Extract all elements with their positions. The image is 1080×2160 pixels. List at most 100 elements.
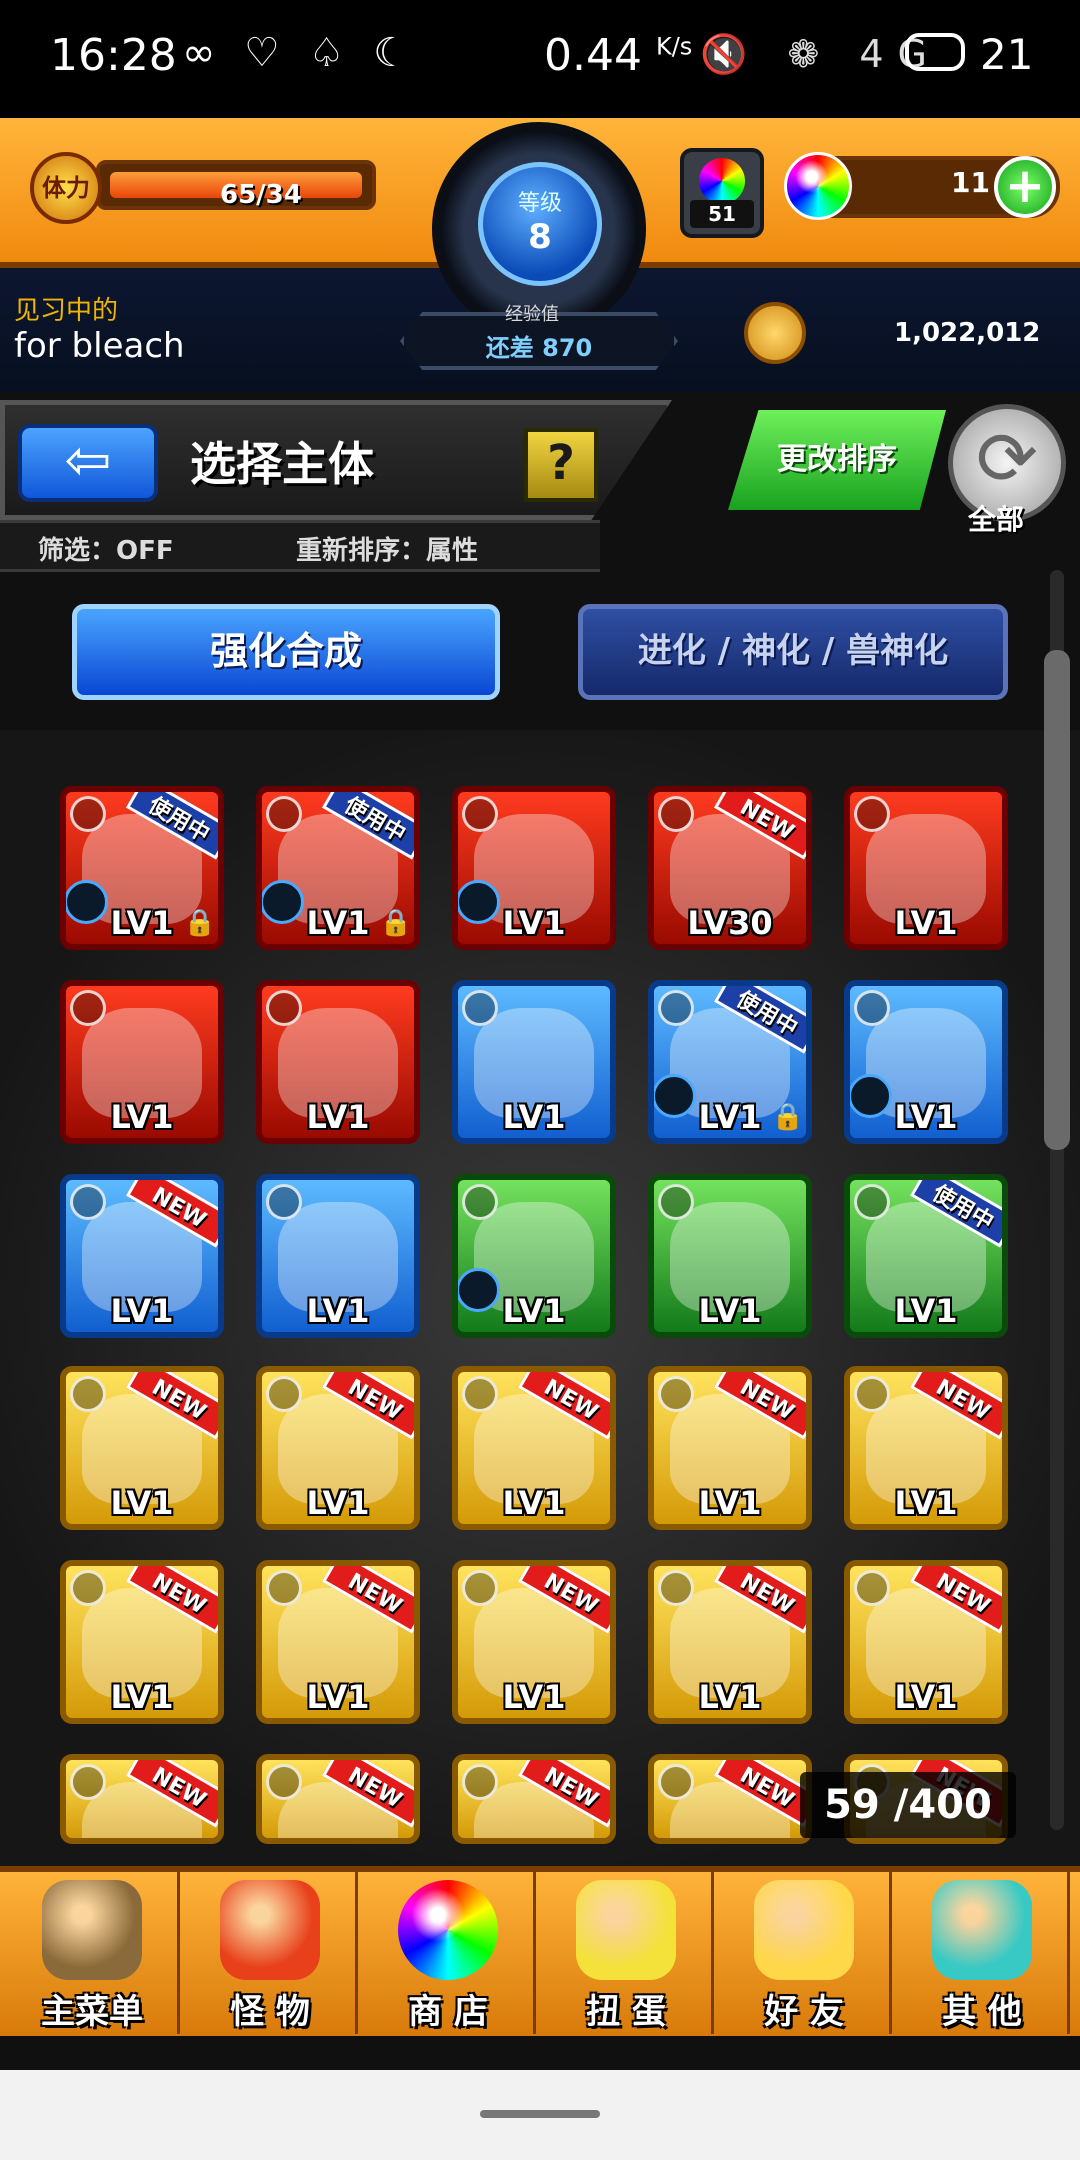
status-time: 16:28 (50, 30, 177, 81)
monster-card[interactable]: LV1 NEW (844, 1560, 1008, 1724)
monster-card[interactable]: LV1 使用中 🔒 (648, 980, 812, 1144)
level-orb[interactable]: 等级 8 (478, 162, 602, 286)
battery-icon (905, 33, 965, 71)
light-element-icon (462, 1764, 498, 1800)
change-sort-button[interactable]: 更改排序 (728, 410, 946, 510)
water-element-icon (266, 1184, 302, 1220)
fire-element-icon (266, 796, 302, 832)
monster-card[interactable]: LV1 NEW (452, 1366, 616, 1530)
monster-card[interactable]: LV1 NEW (452, 1560, 616, 1724)
monster-level: LV1 (698, 1484, 762, 1522)
castle-gate-icon (42, 1880, 142, 1980)
monster-card[interactable]: LV30 NEW (648, 786, 812, 950)
monster-card[interactable]: LV1 (452, 980, 616, 1144)
monster-card[interactable]: LV1 NEW (256, 1366, 420, 1530)
monster-card[interactable]: LV1 (256, 980, 420, 1144)
monster-card[interactable]: LV1 NEW (844, 1366, 1008, 1530)
page-title: 选择主体 (190, 437, 374, 491)
monster-card[interactable]: LV1 (844, 786, 1008, 950)
network-speed-unit: K/s (655, 32, 693, 61)
stone-count: 51 (690, 200, 754, 228)
monster-card[interactable]: NEW (256, 1754, 420, 1844)
box-count: 59 /400 (800, 1772, 1016, 1838)
player-name: for bleach (14, 326, 185, 366)
monster-card[interactable]: LV1 (256, 1174, 420, 1338)
monster-card[interactable]: LV1 NEW (648, 1366, 812, 1530)
monster-card[interactable]: LV1 NEW (256, 1560, 420, 1724)
monster-card[interactable]: LV1 使用中 🔒 (60, 786, 224, 950)
monster-card[interactable]: LV1 (452, 1174, 616, 1338)
monster-card[interactable]: LV1 NEW (60, 1366, 224, 1530)
notification-icons: ∞ ♡ ♤ ☾ (182, 30, 418, 76)
stamina-value: 65/34 (220, 180, 302, 210)
tab-enhance[interactable]: 强化合成 (72, 604, 500, 700)
question-diamond-icon (932, 1880, 1032, 1980)
back-button[interactable]: ⇦ (18, 424, 158, 502)
monster-level: LV1 (894, 1678, 958, 1716)
nav-item-4[interactable]: 好 友 (716, 1868, 892, 2034)
light-element-icon (266, 1764, 302, 1800)
monster-card[interactable]: LV1 NEW (648, 1560, 812, 1724)
nav-item-1[interactable]: 怪 物 (182, 1868, 358, 2034)
fire-element-icon (658, 796, 694, 832)
monster-card[interactable]: NEW (452, 1754, 616, 1844)
light-element-icon (266, 1376, 302, 1412)
monster-card[interactable]: LV1 (648, 1174, 812, 1338)
water-element-icon (854, 990, 890, 1026)
monster-card[interactable]: LV1 (452, 786, 616, 950)
monster-level: LV1 (110, 1098, 174, 1136)
lock-icon: 🔒 (771, 1102, 804, 1132)
monster-card[interactable]: LV1 (60, 980, 224, 1144)
fire-element-icon (854, 796, 890, 832)
monster-level: LV1 (502, 904, 566, 942)
monster-level: LV1 (502, 1292, 566, 1330)
water-element-icon (462, 990, 498, 1026)
help-button[interactable]: ? (524, 428, 598, 502)
battery-level: 21 (980, 30, 1034, 79)
monster-level: LV1 (894, 904, 958, 942)
gem-count: 11 (951, 166, 990, 199)
monster-level: LV1 (698, 1678, 762, 1716)
gold-coin-icon (744, 302, 806, 364)
filter-toggle[interactable]: 筛选：OFF (38, 530, 174, 567)
monster-level: LV1 (894, 1292, 958, 1330)
fire-element-icon (462, 796, 498, 832)
lock-icon: 🔒 (183, 908, 216, 938)
light-element-icon (658, 1376, 694, 1412)
network-speed: 0.44 K/s (544, 30, 692, 81)
fire-element-icon (70, 796, 106, 832)
nav-item-3[interactable]: 扭 蛋 (538, 1868, 714, 2034)
monster-card[interactable]: NEW (60, 1754, 224, 1844)
light-element-icon (70, 1764, 106, 1800)
nav-label: 扭 蛋 (586, 1992, 666, 2032)
monster-card[interactable]: LV1 NEW (60, 1560, 224, 1724)
light-element-icon (658, 1570, 694, 1606)
wood-element-icon (658, 1184, 694, 1220)
reorder-toggle[interactable]: 重新排序：属性 (296, 530, 478, 567)
add-gem-button[interactable]: + (994, 156, 1056, 218)
scrollbar-thumb[interactable] (1044, 650, 1070, 1150)
monster-card[interactable]: LV1 NEW (60, 1174, 224, 1338)
monster-card[interactable]: LV1 使用中 (844, 1174, 1008, 1338)
coin-count: 1,022,012 (894, 318, 1041, 348)
light-element-icon (462, 1570, 498, 1606)
monster-card[interactable]: LV1 使用中 🔒 (256, 786, 420, 950)
nav-label: 主菜单 (41, 1992, 143, 2032)
tab-evolve[interactable]: 进化 / 神化 / 兽神化 (578, 604, 1008, 700)
stamina-badge: 体力 (30, 152, 102, 224)
monster-level: LV1 (306, 1484, 370, 1522)
light-element-icon (266, 1570, 302, 1606)
light-element-icon (854, 1376, 890, 1412)
nav-item-5[interactable]: 其 他 (894, 1868, 1070, 2034)
nav-item-2[interactable]: 商 店 (360, 1868, 536, 2034)
level-value: 8 (528, 217, 552, 257)
monster-card[interactable]: LV1 (844, 980, 1008, 1144)
home-indicator[interactable] (480, 2110, 600, 2118)
monster-level: LV1 (110, 1678, 174, 1716)
monster-card[interactable]: NEW (648, 1754, 812, 1844)
nav-item-0[interactable]: 主菜单 (4, 1868, 180, 2034)
rainbow-gem-icon (784, 152, 852, 220)
lock-icon: 🔒 (379, 908, 412, 938)
monster-level: LV1 (502, 1678, 566, 1716)
friends-icon (754, 1880, 854, 1980)
